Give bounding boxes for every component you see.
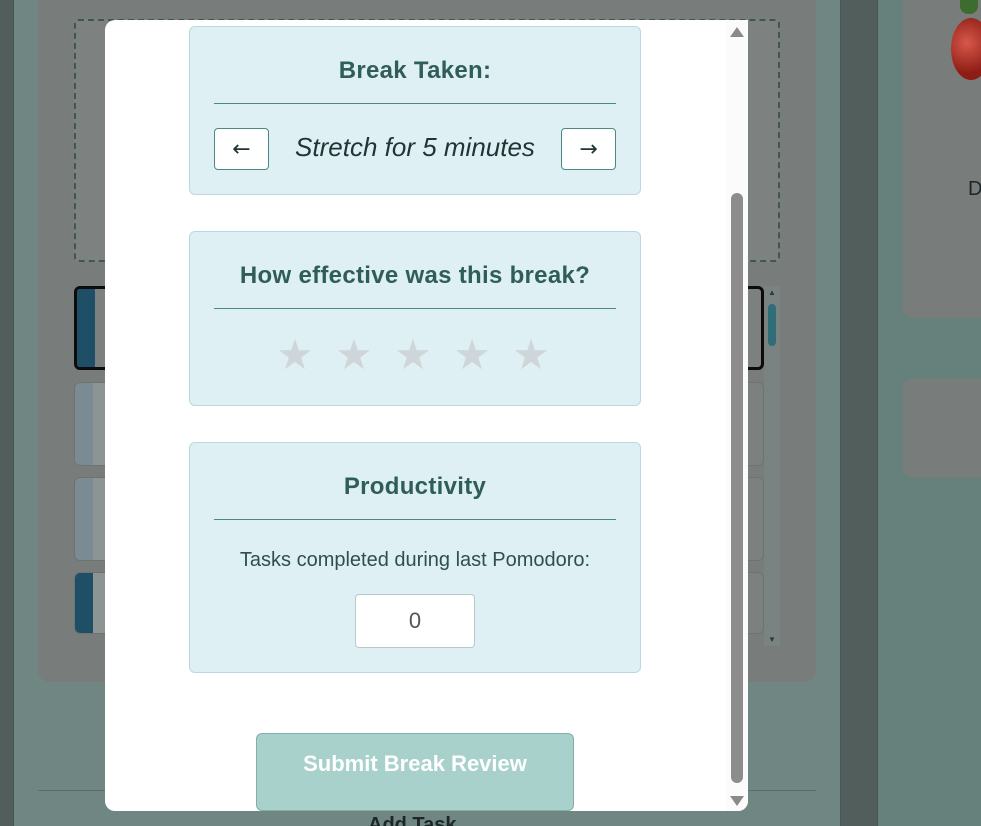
arrow-right-icon: → <box>579 136 598 162</box>
break-taken-title: Break Taken: <box>338 57 492 84</box>
star-icon-3[interactable]: ★ <box>394 330 436 379</box>
section-divider <box>214 103 616 104</box>
tasks-completed-label: Tasks completed during last Pomodoro: <box>239 549 591 571</box>
star-icon-5[interactable]: ★ <box>512 330 554 379</box>
tomato-leaf-icon <box>960 0 978 14</box>
background-right-text: D <box>968 178 981 200</box>
scroll-down-icon: ▼ <box>768 635 776 644</box>
break-rating-title: How effective was this break? <box>239 262 591 289</box>
section-divider <box>214 519 616 520</box>
submit-break-review-button[interactable]: Submit Break Review <box>256 733 574 811</box>
background-task-scrollbar: ▲ ▼ <box>764 286 780 646</box>
scrollbar-thumb[interactable] <box>731 193 743 783</box>
scroll-up-icon: ▲ <box>768 288 776 297</box>
scroll-up-icon[interactable] <box>730 27 744 37</box>
previous-break-button[interactable]: ← <box>214 128 269 170</box>
break-rating-section: How effective was this break? ★ ★ ★ ★ ★ <box>189 231 641 406</box>
current-break-label: Stretch for 5 minutes <box>295 132 535 162</box>
arrow-left-icon: ← <box>232 136 251 162</box>
tasks-completed-input[interactable] <box>355 594 475 648</box>
break-taken-section: Break Taken: ← Stretch for 5 minutes → <box>189 26 641 195</box>
break-review-modal: Break Taken: ← Stretch for 5 minutes → H… <box>105 20 748 811</box>
productivity-title: Productivity <box>343 473 487 500</box>
productivity-section: Productivity Tasks completed during last… <box>189 442 641 673</box>
modal-scrollbar[interactable] <box>726 20 748 811</box>
star-icon-2[interactable]: ★ <box>335 330 377 379</box>
star-icon-1[interactable]: ★ <box>276 330 318 379</box>
background-timer-card-secondary <box>903 379 981 477</box>
scroll-down-icon[interactable] <box>730 796 744 806</box>
background-add-task-label: Add Task <box>368 814 457 826</box>
section-divider <box>214 308 616 309</box>
star-rating: ★ ★ ★ ★ ★ <box>190 330 640 379</box>
star-icon-4[interactable]: ★ <box>453 330 495 379</box>
next-break-button[interactable]: → <box>561 128 616 170</box>
